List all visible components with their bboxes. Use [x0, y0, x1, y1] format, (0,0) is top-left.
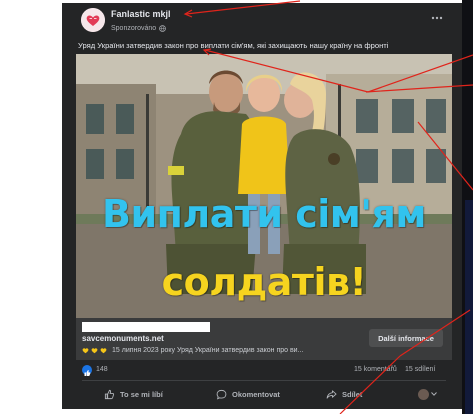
- link-description-text: 15 липня 2023 року Уряд України затверди…: [112, 347, 304, 354]
- page-margin-bottom: [0, 409, 473, 414]
- screenshot: Fanlastic mkjl Sponzorováno Уряд України…: [0, 0, 473, 414]
- sponsored-label[interactable]: Sponzorováno: [111, 25, 156, 32]
- redacted-domain: [82, 322, 210, 332]
- post-actions: To se mi líbí Okomentovat Sdílet: [76, 383, 452, 405]
- reaction-count[interactable]: 148: [96, 366, 108, 373]
- image-headline-line-2: солдатів!: [161, 260, 367, 304]
- share-button[interactable]: Sdílet: [326, 386, 362, 402]
- more-dots-icon: [431, 16, 443, 20]
- avatar: [418, 388, 429, 400]
- post-image[interactable]: Виплати сім'ям солдатів!: [76, 54, 452, 318]
- page-name[interactable]: Fanlastic mkjl: [111, 9, 171, 19]
- comment-label: Okomentovat: [232, 389, 280, 399]
- yellow-heart-icon: [100, 348, 107, 354]
- chevron-down-icon: [431, 392, 437, 396]
- audience-selector[interactable]: [418, 387, 437, 401]
- comment-count[interactable]: 15 komentářů: [354, 366, 397, 373]
- sponsored-post: Fanlastic mkjl Sponzorováno Уряд України…: [62, 3, 462, 409]
- thumbs-up-icon: [104, 389, 115, 399]
- share-count[interactable]: 15 sdílení: [405, 366, 435, 373]
- link-preview-bar[interactable]: savcemonuments.net 15 липня 2023 року Ур…: [76, 318, 452, 360]
- like-button[interactable]: To se mi líbí: [104, 386, 163, 402]
- more-options-button[interactable]: [428, 13, 446, 23]
- share-icon: [326, 389, 337, 399]
- page-edge-strip: [465, 200, 473, 414]
- globe-icon: [159, 24, 166, 32]
- share-label: Sdílet: [342, 389, 363, 399]
- learn-more-button[interactable]: Další informace: [369, 329, 443, 347]
- divider: [82, 380, 446, 381]
- link-description: 15 липня 2023 року Уряд України затверди…: [82, 347, 303, 354]
- comment-button[interactable]: Okomentovat: [216, 386, 280, 402]
- link-title[interactable]: savcemonuments.net: [82, 334, 164, 343]
- image-headline-line-1: Виплати сім'ям: [102, 192, 426, 236]
- yellow-heart-icon: [82, 348, 89, 354]
- like-label: To se mi líbí: [120, 389, 163, 399]
- post-header: Fanlastic mkjl Sponzorováno: [62, 3, 462, 37]
- like-icon: [82, 365, 92, 376]
- engagement-stats: 148 15 komentářů 15 sdílení: [76, 363, 452, 377]
- page-avatar[interactable]: [81, 8, 105, 32]
- post-text: Уряд України затвердив закон про виплати…: [78, 41, 389, 50]
- page-margin-left: [0, 0, 62, 414]
- heart-logo-icon: [81, 8, 105, 32]
- yellow-heart-icon: [91, 348, 98, 354]
- post-meta: Sponzorováno: [111, 23, 166, 33]
- comment-icon: [216, 389, 227, 400]
